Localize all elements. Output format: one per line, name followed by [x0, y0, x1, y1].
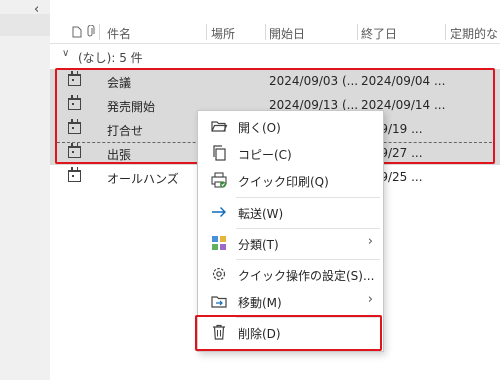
- column-header: 件名 場所 開始日 終了日 定期的な: [50, 21, 500, 44]
- submenu-chevron-icon: ›: [367, 234, 373, 249]
- menu-item-label: 移動(M): [238, 296, 282, 310]
- menu-item-categorize[interactable]: 分類(T) ›: [198, 231, 383, 255]
- menu-item-label: コピー(C): [238, 148, 292, 162]
- gear-icon: [212, 267, 226, 281]
- menu-item-label: 分類(T): [238, 238, 279, 252]
- menu-item-quick-steps[interactable]: クイック操作の設定(S)...: [198, 262, 383, 286]
- menu-item-open[interactable]: 開く(O): [198, 114, 383, 138]
- menu-item-label: クイック操作の設定(S)...: [238, 269, 375, 283]
- forward-arrow-icon: [212, 207, 226, 217]
- copy-icon: [213, 145, 226, 161]
- attachment-icon[interactable]: [86, 25, 95, 38]
- folder-open-icon: [211, 121, 228, 132]
- row-subject: オールハンズ: [107, 172, 179, 186]
- column-location[interactable]: 場所: [211, 25, 235, 42]
- menu-item-move[interactable]: 移動(M) ›: [198, 289, 383, 313]
- item-type-icon[interactable]: [72, 26, 82, 38]
- category-grid-icon: [212, 236, 226, 250]
- selected-folder[interactable]: [0, 14, 50, 36]
- printer-icon: [211, 172, 227, 188]
- menu-separator: [236, 259, 380, 260]
- column-start[interactable]: 開始日: [269, 25, 305, 42]
- menu-item-label: クイック印刷(Q): [238, 175, 329, 189]
- calendar-icon: [68, 167, 81, 182]
- column-subject[interactable]: 件名: [107, 25, 131, 42]
- move-folder-icon: [211, 296, 227, 308]
- menu-separator: [236, 197, 380, 198]
- menu-separator: [236, 228, 380, 229]
- delete-highlight-box: [195, 315, 382, 351]
- menu-item-forward[interactable]: 転送(W): [198, 200, 383, 224]
- column-end[interactable]: 終了日: [361, 25, 397, 42]
- submenu-chevron-icon: ›: [367, 292, 373, 307]
- chevron-down-icon[interactable]: ∨: [62, 48, 69, 59]
- navigation-pane: ‹: [0, 0, 50, 380]
- menu-item-quick-print[interactable]: クイック印刷(Q): [198, 168, 383, 192]
- menu-item-label: 開く(O): [238, 121, 281, 135]
- group-label: (なし): 5 件: [78, 51, 143, 65]
- collapse-chevron-icon[interactable]: ‹: [34, 2, 39, 17]
- menu-item-copy[interactable]: コピー(C): [198, 141, 383, 165]
- group-header[interactable]: ∨ (なし): 5 件: [50, 45, 500, 67]
- column-recurrence[interactable]: 定期的な: [450, 25, 498, 42]
- menu-item-label: 転送(W): [238, 207, 284, 221]
